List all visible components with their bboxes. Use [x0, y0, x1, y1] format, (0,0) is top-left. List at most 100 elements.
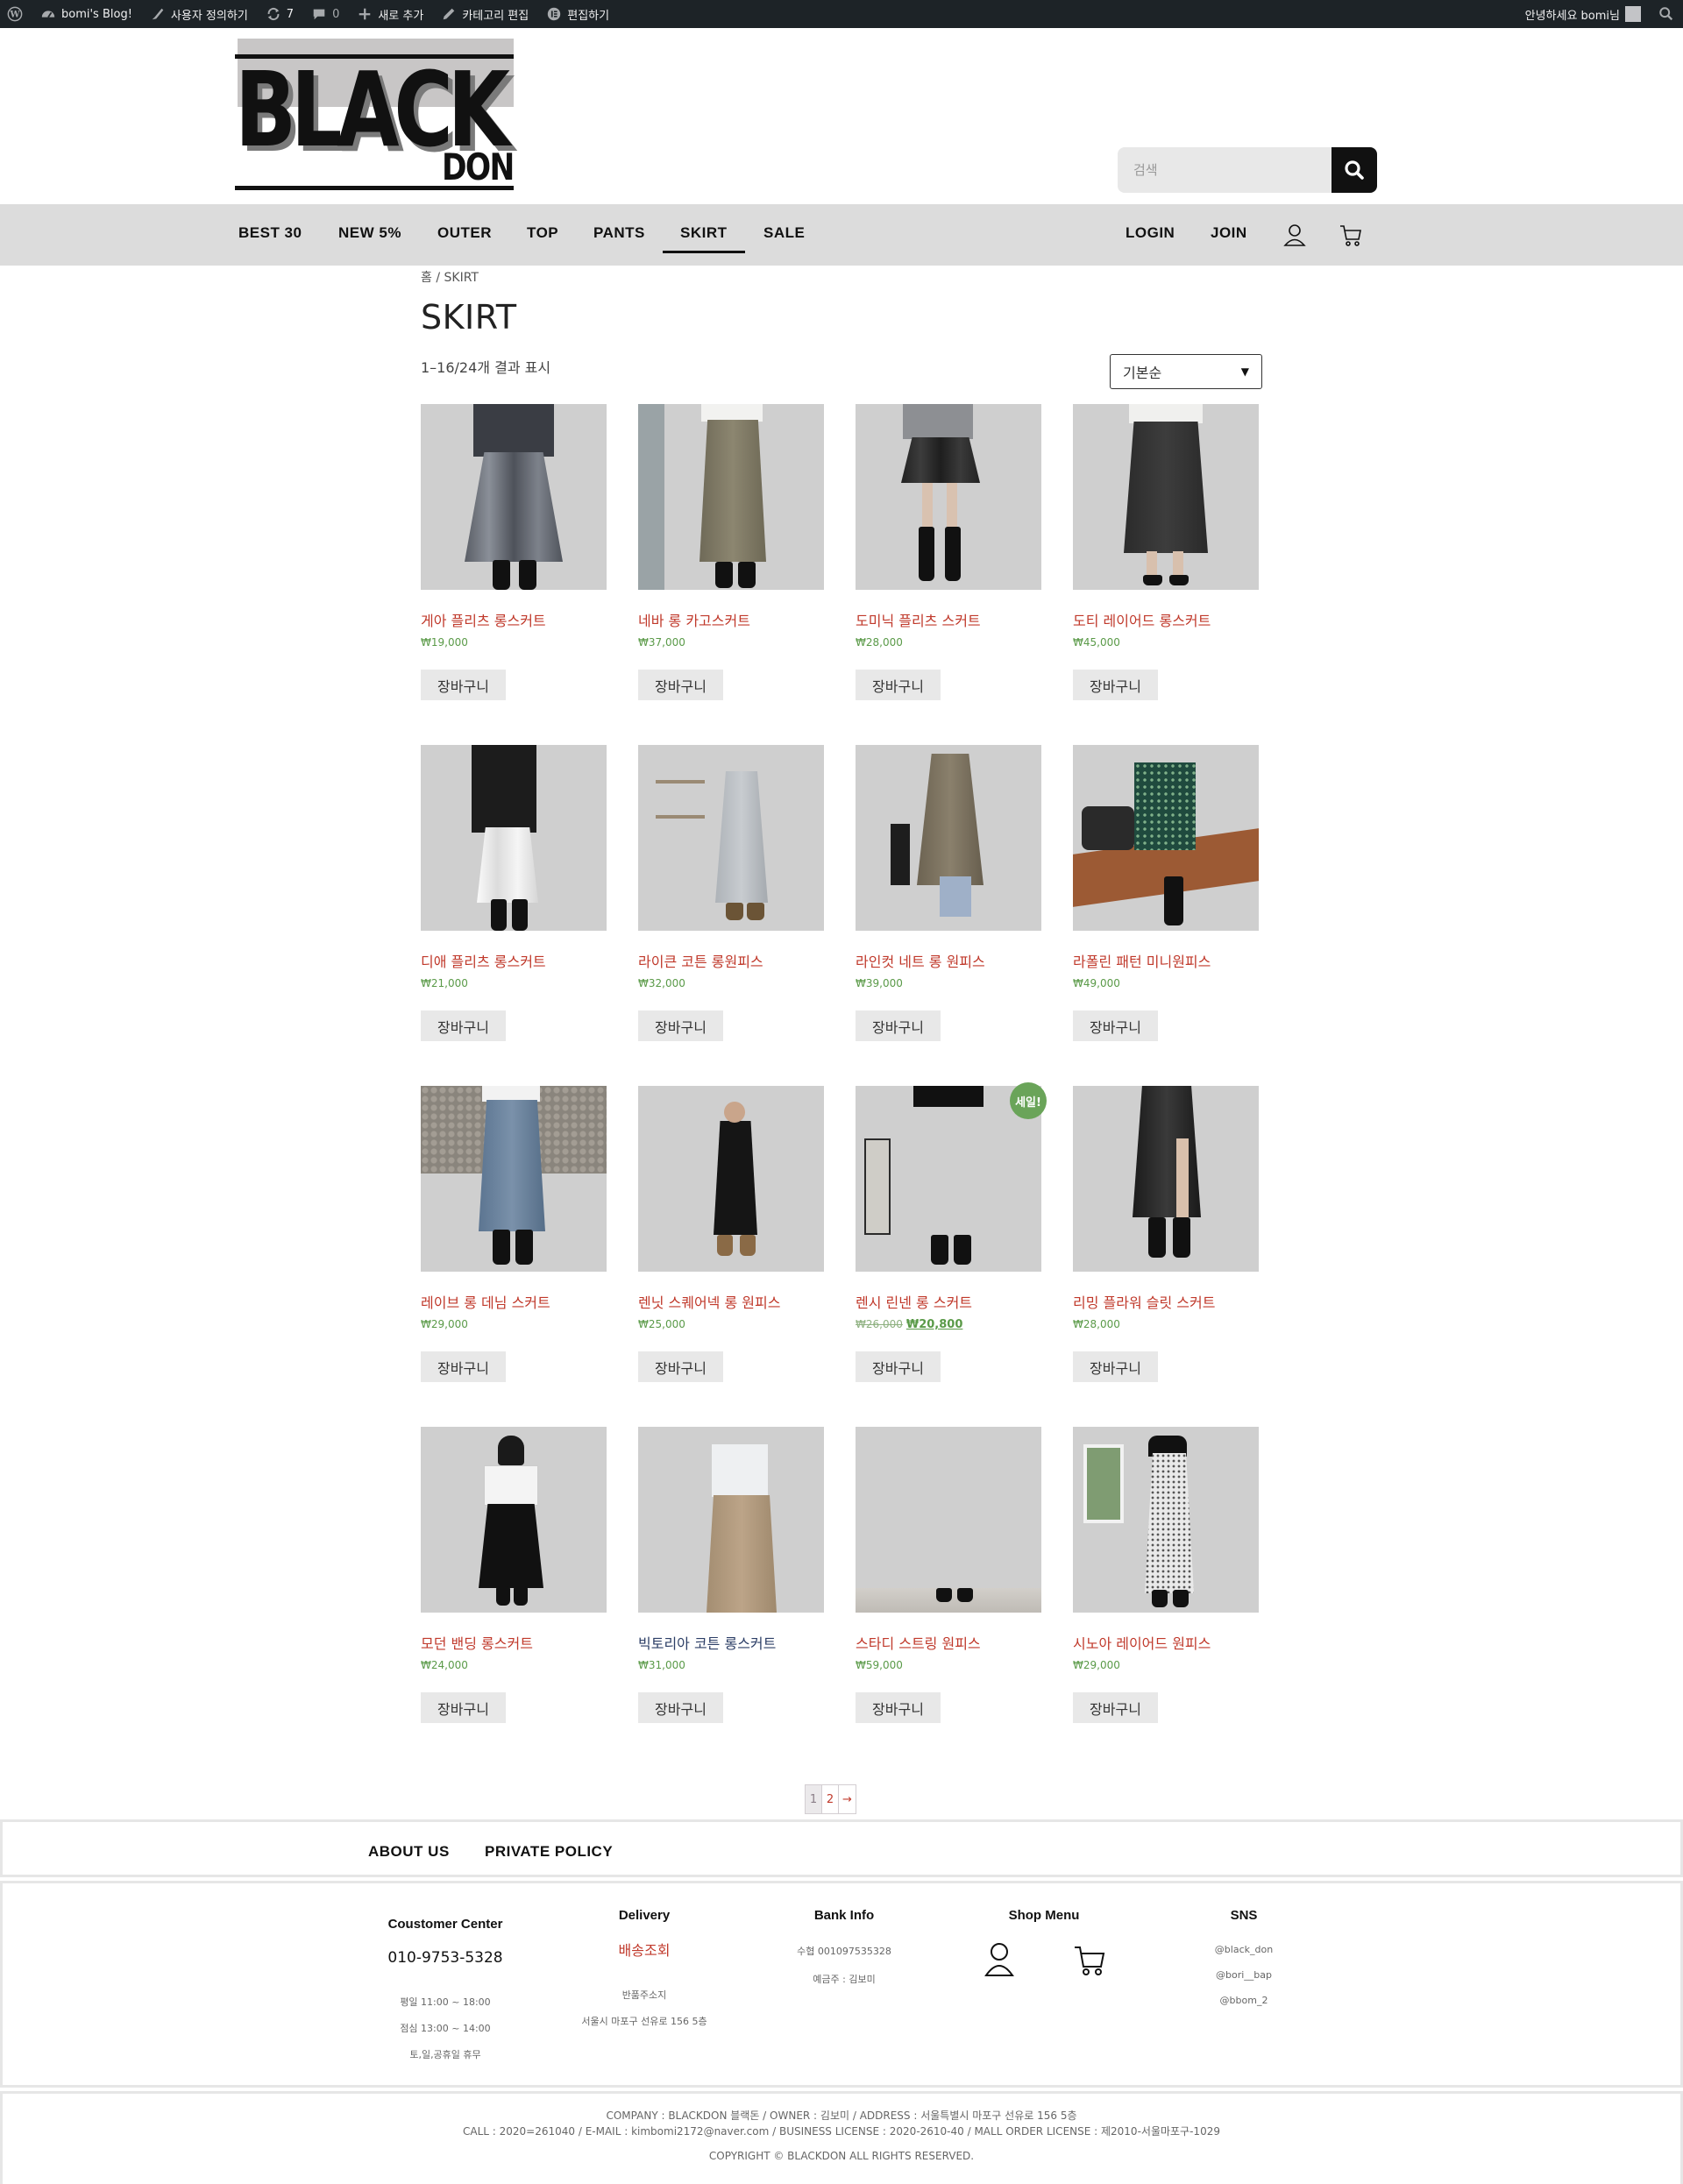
nav-item-best30[interactable]: BEST 30 — [238, 204, 302, 266]
product-card: 디애 플리츠 롱스커트 ₩21,000 장바구니 — [421, 745, 608, 1041]
add-to-cart-button[interactable]: 장바구니 — [1073, 670, 1158, 700]
nav-item-sale[interactable]: SALE — [763, 204, 805, 266]
update-icon — [266, 6, 281, 22]
page-1: 1 — [806, 1785, 822, 1813]
sns-link-2[interactable]: @bori__bap — [1191, 1969, 1296, 1981]
add-to-cart-button[interactable]: 장바구니 — [1073, 1692, 1158, 1723]
product-card: 세일! 렌시 린넨 롱 스커트 ₩26,000 ₩20,800 장바구니 — [856, 1082, 1047, 1382]
nav-item-new[interactable]: NEW 5% — [338, 204, 401, 266]
add-to-cart-button[interactable]: 장바구니 — [638, 1692, 723, 1723]
product-image[interactable] — [1073, 1427, 1259, 1613]
search-icon — [1345, 160, 1364, 180]
greeting: 안녕하세요 bomi님 — [1524, 9, 1620, 23]
my-account-link[interactable]: 안녕하세요 bomi님 — [1516, 0, 1650, 28]
product-name[interactable]: 게아 플리츠 롱스커트 — [421, 609, 546, 630]
product-price: ₩31,000 — [638, 1659, 685, 1671]
orderby-select[interactable]: 기본순 ▼ — [1110, 354, 1262, 389]
sns-link-1[interactable]: @black_don — [1191, 1944, 1296, 1955]
product-name[interactable]: 디애 플리츠 롱스커트 — [421, 950, 546, 971]
product-image[interactable] — [856, 745, 1041, 931]
product-image[interactable] — [1073, 1086, 1259, 1272]
join-link[interactable]: JOIN — [1211, 204, 1247, 266]
page-2-link[interactable]: 2 — [822, 1785, 839, 1813]
product-image[interactable] — [421, 1427, 607, 1613]
new-content-link[interactable]: 새로 추가 — [348, 0, 432, 28]
search-button[interactable] — [1331, 147, 1377, 193]
product-image[interactable] — [638, 1427, 824, 1613]
product-image[interactable] — [856, 1086, 1041, 1272]
login-link[interactable]: LOGIN — [1126, 204, 1175, 266]
product-name[interactable]: 스타디 스트링 원피스 — [856, 1632, 981, 1653]
product-price: ₩45,000 — [1073, 636, 1120, 649]
add-to-cart-button[interactable]: 장바구니 — [421, 1351, 506, 1382]
add-to-cart-button[interactable]: 장바구니 — [1073, 1010, 1158, 1041]
product-name[interactable]: 렌닛 스퀘어넥 롱 원피스 — [638, 1291, 780, 1312]
search-input[interactable] — [1118, 147, 1331, 193]
product-name[interactable]: 빅토리아 코튼 롱스커트 — [638, 1632, 776, 1653]
product-price: ₩32,000 — [638, 977, 685, 989]
nav-item-pants[interactable]: PANTS — [593, 204, 645, 266]
edit-site-link[interactable]: 편집하기 — [537, 0, 618, 28]
product-name[interactable]: 시노아 레이어드 원피스 — [1073, 1632, 1211, 1653]
product-name[interactable]: 라인컷 네트 롱 원피스 — [856, 950, 985, 971]
product-image[interactable] — [421, 404, 607, 590]
add-to-cart-button[interactable]: 장바구니 — [638, 1010, 723, 1041]
product-image[interactable] — [856, 404, 1041, 590]
product-name[interactable]: 라폴린 패턴 미니원피스 — [1073, 950, 1211, 971]
product-image[interactable] — [638, 404, 824, 590]
product-name[interactable]: 렌시 린넨 롱 스커트 — [856, 1291, 972, 1312]
comments-link[interactable]: 0 — [302, 0, 348, 28]
sns-link-3[interactable]: @bbom_2 — [1191, 1995, 1296, 2006]
product-card: 시노아 레이어드 원피스 ₩29,000 장바구니 — [1073, 1427, 1260, 1723]
customize-link[interactable]: 사용자 정의하기 — [141, 0, 257, 28]
product-image[interactable] — [1073, 745, 1259, 931]
delivery-tracking-link[interactable]: 배송조회 — [565, 1939, 723, 1960]
product-price-sale: ₩20,800 — [905, 1318, 963, 1331]
add-to-cart-button[interactable]: 장바구니 — [856, 1010, 941, 1041]
product-name[interactable]: 라이큰 코튼 롱원피스 — [638, 950, 763, 971]
product-name[interactable]: 리밍 플라워 슬릿 스커트 — [1073, 1291, 1215, 1312]
product-name[interactable]: 모던 밴딩 롱스커트 — [421, 1632, 533, 1653]
product-image[interactable] — [421, 745, 607, 931]
admin-search-button[interactable] — [1650, 0, 1683, 28]
nav-item-skirt[interactable]: SKIRT — [663, 204, 744, 266]
add-to-cart-button[interactable]: 장바구니 — [638, 1351, 723, 1382]
edit-category-link[interactable]: 카테고리 편집 — [432, 0, 537, 28]
updates-count: 7 — [286, 7, 295, 21]
site-name-link[interactable]: bomi's Blog! — [32, 0, 141, 28]
cart-icon[interactable] — [1338, 222, 1364, 248]
product-name[interactable]: 도티 레이어드 롱스커트 — [1073, 609, 1211, 630]
add-to-cart-button[interactable]: 장바구니 — [856, 670, 941, 700]
brush-icon — [150, 6, 166, 22]
add-to-cart-button[interactable]: 장바구니 — [856, 1351, 941, 1382]
next-page-link[interactable]: → — [839, 1785, 856, 1813]
product-image[interactable] — [638, 1086, 824, 1272]
avatar — [1625, 6, 1641, 22]
product-image[interactable] — [638, 745, 824, 931]
product-image[interactable] — [1073, 404, 1259, 590]
privacy-policy-link[interactable]: PRIVATE POLICY — [485, 1843, 613, 1861]
product-image[interactable] — [421, 1086, 607, 1272]
add-to-cart-button[interactable]: 장바구니 — [638, 670, 723, 700]
about-us-link[interactable]: ABOUT US — [368, 1843, 450, 1861]
product-name[interactable]: 네바 롱 카고스커트 — [638, 609, 750, 630]
updates-link[interactable]: 7 — [257, 0, 302, 28]
cart-icon[interactable] — [1072, 1942, 1107, 1981]
add-to-cart-button[interactable]: 장바구니 — [1073, 1351, 1158, 1382]
product-name[interactable]: 레이브 롱 데님 스커트 — [421, 1291, 550, 1312]
account-icon[interactable] — [983, 1940, 1016, 1981]
product-name[interactable]: 도미닉 플리츠 스커트 — [856, 609, 981, 630]
site-logo[interactable]: BLACK DON — [235, 39, 515, 195]
nav-item-outer[interactable]: OUTER — [437, 204, 492, 266]
product-image[interactable] — [856, 1427, 1041, 1613]
hours-weekday: 평일 11:00 ~ 18:00 — [400, 1996, 491, 2008]
nav-item-top[interactable]: TOP — [527, 204, 558, 266]
add-to-cart-button[interactable]: 장바구니 — [856, 1692, 941, 1723]
add-to-cart-button[interactable]: 장바구니 — [421, 1692, 506, 1723]
orderby-value: 기본순 — [1123, 365, 1162, 381]
bank-info-title: Bank Info — [813, 1908, 875, 1923]
wordpress-logo-button[interactable]: W — [0, 0, 32, 28]
account-icon[interactable] — [1282, 222, 1308, 248]
add-to-cart-button[interactable]: 장바구니 — [421, 1010, 506, 1041]
add-to-cart-button[interactable]: 장바구니 — [421, 670, 506, 700]
